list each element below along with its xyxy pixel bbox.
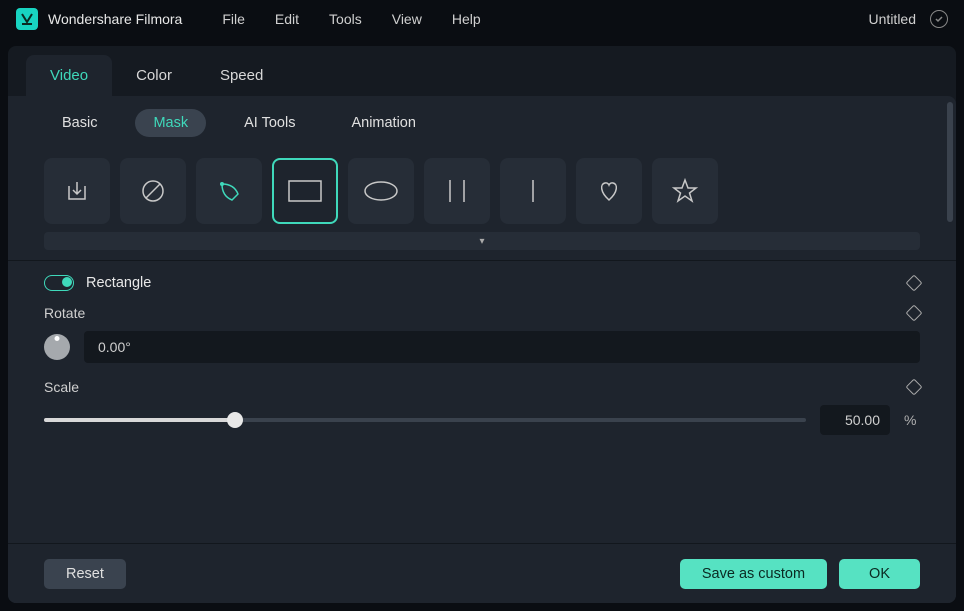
scrollbar[interactable] <box>947 102 953 222</box>
menu-help[interactable]: Help <box>452 11 481 27</box>
subtab-basic[interactable]: Basic <box>44 109 115 137</box>
slider-thumb[interactable] <box>227 412 243 428</box>
subtab-animation[interactable]: Animation <box>333 109 433 137</box>
app-name: Wondershare Filmora <box>48 11 182 27</box>
content-area: Basic Mask AI Tools Animation ▾ <box>8 96 956 603</box>
rotate-dial[interactable] <box>44 334 70 360</box>
scale-slider[interactable] <box>44 418 806 422</box>
subtab-aitools[interactable]: AI Tools <box>226 109 313 137</box>
mask-none-button[interactable] <box>120 158 186 224</box>
tab-color[interactable]: Color <box>112 55 196 96</box>
scale-label: Scale <box>44 379 908 395</box>
save-custom-button[interactable]: Save as custom <box>680 559 827 589</box>
slider-fill <box>44 418 235 422</box>
menu-view[interactable]: View <box>392 11 422 27</box>
section-title: Rectangle <box>86 275 908 291</box>
reset-button[interactable]: Reset <box>44 559 126 589</box>
mask-double-line-button[interactable] <box>424 158 490 224</box>
mask-import-button[interactable] <box>44 158 110 224</box>
scale-keyframe-icon[interactable] <box>906 379 923 396</box>
mask-ellipse-button[interactable] <box>348 158 414 224</box>
scale-property: Scale 50.00 % <box>8 379 956 451</box>
rotate-label: Rotate <box>44 305 908 321</box>
drag-handle[interactable]: ▾ <box>44 232 920 250</box>
rotate-property: Rotate 0.00° <box>8 305 956 379</box>
tab-speed[interactable]: Speed <box>196 55 287 96</box>
mask-heart-button[interactable] <box>576 158 642 224</box>
section-header[interactable]: Rectangle <box>8 261 956 305</box>
titlebar: Wondershare Filmora File Edit Tools View… <box>0 0 964 38</box>
document-title: Untitled <box>869 11 916 27</box>
mask-rectangle-button[interactable] <box>272 158 338 224</box>
bottom-bar: Reset Save as custom OK <box>8 543 956 603</box>
sync-status-icon[interactable] <box>930 10 948 28</box>
tab-video[interactable]: Video <box>26 55 112 96</box>
section-toggle[interactable] <box>44 275 74 291</box>
main-menu: File Edit Tools View Help <box>222 11 480 27</box>
keyframe-icon[interactable] <box>906 275 923 292</box>
main-tabs: Video Color Speed <box>8 46 956 96</box>
menu-file[interactable]: File <box>222 11 245 27</box>
menu-tools[interactable]: Tools <box>329 11 362 27</box>
sub-tabs: Basic Mask AI Tools Animation <box>8 96 956 150</box>
mask-star-button[interactable] <box>652 158 718 224</box>
rotate-keyframe-icon[interactable] <box>906 305 923 322</box>
mask-single-line-button[interactable] <box>500 158 566 224</box>
rotate-value-field[interactable]: 0.00° <box>84 331 920 363</box>
scale-value-field[interactable]: 50.00 <box>820 405 890 435</box>
mask-pen-button[interactable] <box>196 158 262 224</box>
inspector-panel: Video Color Speed Basic Mask AI Tools An… <box>8 46 956 603</box>
menu-edit[interactable]: Edit <box>275 11 299 27</box>
mask-shapes-row <box>8 150 956 228</box>
mask-section: Rectangle <box>8 260 956 305</box>
app-logo-icon <box>16 8 38 30</box>
subtab-mask[interactable]: Mask <box>135 109 206 137</box>
ok-button[interactable]: OK <box>839 559 920 589</box>
scale-unit: % <box>904 412 920 428</box>
